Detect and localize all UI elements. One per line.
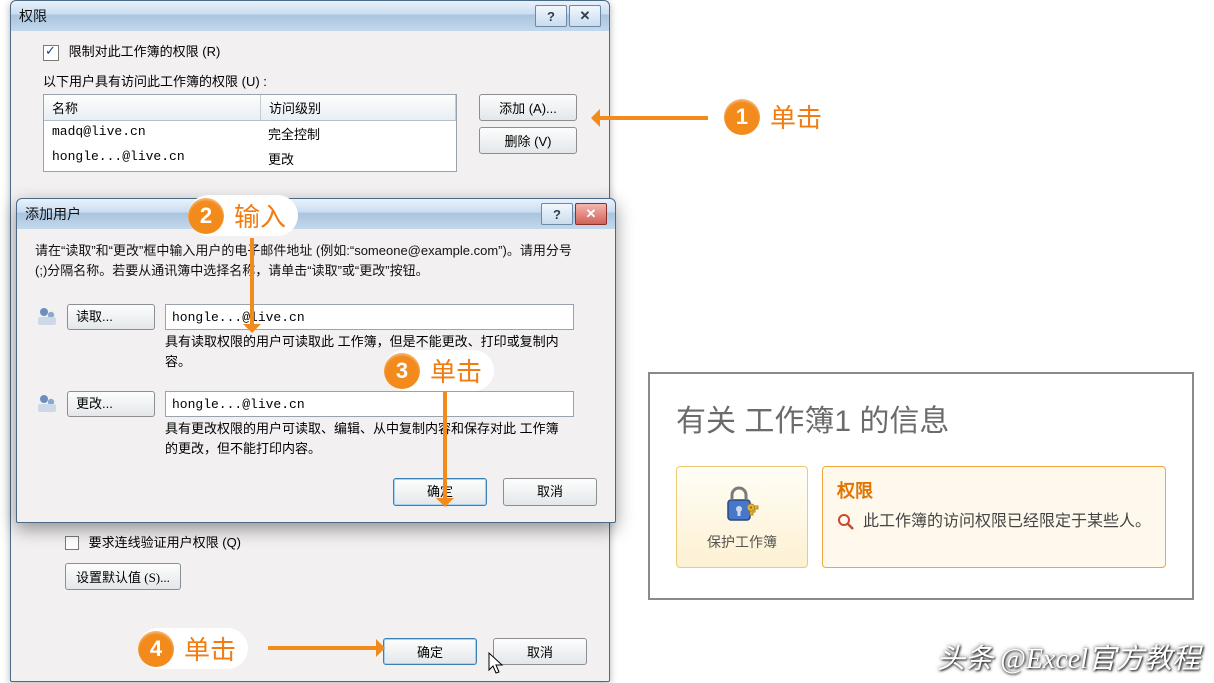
require-conn-row[interactable]: 要求连线验证用户权限 (Q) (65, 532, 595, 551)
read-input[interactable]: hongle...@live.cn (165, 304, 574, 330)
callout-1-arrow (596, 116, 708, 120)
workbook-info-panel: 有关 工作簿1 的信息 保护工作簿 权限 此工作簿的访问 (648, 372, 1194, 600)
restrict-checkbox[interactable] (43, 45, 59, 61)
callout-badge-3: 3 (384, 353, 420, 389)
callout-1-text: 单击 (770, 98, 822, 135)
protect-workbook-label: 保护工作簿 (707, 532, 777, 552)
restrict-checkbox-label: 限制对此工作簿的权限 (R) (69, 44, 221, 59)
change-button[interactable]: 更改... (67, 391, 155, 417)
protect-workbook-button[interactable]: 保护工作簿 (676, 466, 808, 568)
callout-3: 3 单击 (384, 350, 494, 391)
change-description: 具有更改权限的用户可读取、编辑、从中复制内容和保存对此 工作簿 的更改，但不能打… (165, 419, 560, 458)
col-name[interactable]: 名称 (44, 95, 261, 120)
change-input[interactable]: hongle...@live.cn (165, 391, 574, 417)
close-icon[interactable]: ✕ (575, 203, 607, 225)
callout-badge-2: 2 (188, 198, 224, 234)
read-description: 具有读取权限的用户可读取此 工作簿，但是不能更改、打印或复制内容。 (165, 332, 560, 371)
permission-dialog-title: 权限 (19, 6, 47, 26)
user-table[interactable]: 名称 访问级别 madq@live.cn 完全控制 hongle...@live… (43, 94, 457, 172)
set-default-button[interactable]: 设置默认值 (S)... (65, 563, 181, 590)
callout-2-text: 输入 (234, 197, 286, 234)
add-user-dialog: 添加用户 ? ✕ 请在“读取”和“更改”框中输入用户的电子邮件地址 (例如:“s… (16, 198, 616, 523)
magnifier-icon (837, 513, 855, 531)
permission-title: 权限 (837, 477, 1151, 503)
require-conn-checkbox[interactable] (65, 536, 79, 550)
close-icon[interactable]: ✕ (569, 5, 601, 27)
read-button[interactable]: 读取... (67, 304, 155, 330)
remove-button[interactable]: 删除 (V) (479, 127, 577, 154)
add-user-instruction: 请在“读取”和“更改”框中输入用户的电子邮件地址 (例如:“someone@ex… (35, 241, 575, 280)
table-row[interactable]: madq@live.cn 完全控制 (44, 121, 456, 146)
permission-dialog-titlebar[interactable]: 权限 ? ✕ (11, 1, 609, 31)
add-user-title: 添加用户 (25, 204, 81, 224)
lock-icon (720, 482, 764, 526)
watermark: 头条 @Excel官方教程 (937, 637, 1200, 677)
callout-badge-4: 4 (138, 631, 174, 667)
callout-badge-1: 1 (724, 99, 760, 135)
callout-2-arrow (250, 238, 254, 328)
add-dialog-cancel-button[interactable]: 取消 (503, 478, 597, 506)
contact-icon (35, 391, 59, 415)
require-conn-label: 要求连线验证用户权限 (Q) (89, 535, 241, 550)
add-user-dialog-titlebar[interactable]: 添加用户 ? ✕ (17, 199, 615, 229)
permission-info-tile: 权限 此工作簿的访问权限已经限定于某些人。 (822, 466, 1166, 568)
callout-4-arrow (268, 646, 380, 650)
info-title: 有关 工作簿1 的信息 (676, 396, 1166, 440)
col-level[interactable]: 访问级别 (261, 95, 456, 120)
table-row[interactable]: hongle...@live.cn 更改 (44, 146, 456, 171)
callout-1: 1 单击 (724, 98, 822, 135)
callout-4: 4 单击 (138, 628, 248, 669)
contact-icon (35, 304, 59, 328)
callout-3-text: 单击 (430, 352, 482, 389)
help-icon[interactable]: ? (541, 203, 573, 225)
callout-4-text: 单击 (184, 630, 236, 667)
restrict-checkbox-row[interactable]: 限制对此工作簿的权限 (R) (43, 41, 595, 61)
cancel-button[interactable]: 取消 (493, 638, 587, 665)
ok-button[interactable]: 确定 (383, 638, 477, 665)
permission-desc: 此工作簿的访问权限已经限定于某些人。 (863, 509, 1151, 535)
add-button[interactable]: 添加 (A)... (479, 94, 577, 121)
help-icon[interactable]: ? (535, 5, 567, 27)
callout-2: 2 输入 (188, 195, 298, 236)
users-label: 以下用户具有访问此工作簿的权限 (U) : (43, 71, 595, 90)
callout-3-arrow (443, 392, 447, 502)
